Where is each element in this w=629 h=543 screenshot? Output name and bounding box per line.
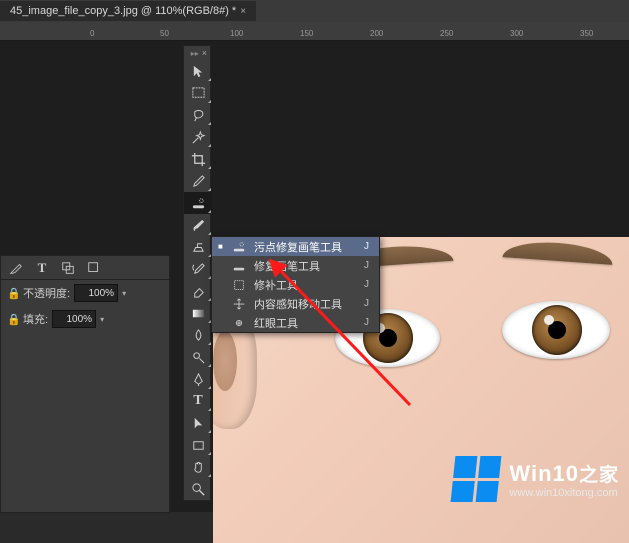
rectangle-tool[interactable] <box>184 434 212 456</box>
pen-tool[interactable] <box>184 368 212 390</box>
eyedropper-tool[interactable] <box>184 170 212 192</box>
face-eyebrow <box>503 239 614 265</box>
dodge-tool[interactable] <box>184 346 212 368</box>
flyout-shortcut: J <box>364 241 369 252</box>
dropdown-icon[interactable]: ▾ <box>122 289 126 298</box>
flyout-shortcut: J <box>364 298 369 309</box>
lasso-tool[interactable] <box>184 104 212 126</box>
document-title: 45_image_file_copy_3.jpg @ 110%(RGB/8#) … <box>10 5 236 17</box>
flyout-patch-tool[interactable]: 修补工具 J <box>212 275 379 294</box>
flyout-healing-brush[interactable]: 修复画笔工具 J <box>212 256 379 275</box>
ruler-mark: 150 <box>300 29 313 38</box>
type-icon[interactable]: T <box>35 261 49 275</box>
path-selection-tool[interactable] <box>184 412 212 434</box>
flyout-label: 修补工具 <box>254 277 342 293</box>
pen-icon[interactable] <box>9 261 23 275</box>
watermark-title: Win10之家 <box>509 460 619 487</box>
windows-logo-icon <box>451 456 502 502</box>
eraser-tool[interactable] <box>184 280 212 302</box>
spot-heal-icon <box>232 240 246 254</box>
flyout-spot-healing-brush[interactable]: ■ 污点修复画笔工具 J <box>212 237 379 256</box>
healing-tools-flyout: ■ 污点修复画笔工具 J 修复画笔工具 J 修补工具 J 内容感知移动工具 J … <box>211 236 380 333</box>
active-indicator-icon: ■ <box>218 242 224 251</box>
blur-tool[interactable] <box>184 324 212 346</box>
gradient-tool[interactable] <box>184 302 212 324</box>
opacity-row: 🔒 不透明度: 100% ▾ <box>1 280 169 306</box>
close-icon[interactable]: × <box>240 6 246 17</box>
flyout-content-aware-move[interactable]: 内容感知移动工具 J <box>212 294 379 313</box>
document-tab-bar: 45_image_file_copy_3.jpg @ 110%(RGB/8#) … <box>0 0 629 22</box>
ruler-mark: 200 <box>370 29 383 38</box>
path-icon[interactable] <box>61 261 75 275</box>
layer-properties-panel: T 🔒 不透明度: 100% ▾ 🔒 填充: 100% ▾ <box>0 255 170 513</box>
fill-row: 🔒 填充: 100% ▾ <box>1 306 169 332</box>
horizontal-ruler: 0 50 100 150 200 250 300 350 <box>0 22 629 41</box>
zoom-tool[interactable] <box>184 478 212 500</box>
collapse-icon[interactable]: ▸▸ <box>191 49 199 58</box>
toolbox-header: ▸▸ × <box>184 46 210 60</box>
opacity-label: 不透明度: <box>23 285 70 301</box>
flyout-label: 修复画笔工具 <box>254 258 342 274</box>
healing-brush-icon <box>232 259 246 273</box>
flyout-red-eye-tool[interactable]: 红眼工具 J <box>212 313 379 332</box>
lock-icon[interactable]: 🔒 <box>7 287 19 300</box>
ruler-mark: 350 <box>580 29 593 38</box>
red-eye-icon <box>232 316 246 330</box>
dropdown-icon[interactable]: ▾ <box>100 315 104 324</box>
ruler-mark: 250 <box>440 29 453 38</box>
flyout-label: 污点修复画笔工具 <box>254 239 342 255</box>
hand-tool[interactable] <box>184 456 212 478</box>
flyout-shortcut: J <box>364 260 369 271</box>
flyout-shortcut: J <box>364 279 369 290</box>
patch-icon <box>232 278 246 292</box>
type-tool[interactable]: T <box>184 390 212 412</box>
watermark-url: www.win10xitong.com <box>509 487 619 499</box>
face-eye <box>502 301 610 359</box>
fill-label: 填充: <box>23 311 48 327</box>
clone-stamp-tool[interactable] <box>184 236 212 258</box>
content-aware-move-icon <box>232 297 246 311</box>
ruler-mark: 100 <box>230 29 243 38</box>
panel-toolbar: T <box>1 256 169 280</box>
toolbox: ▸▸ × T <box>183 45 211 501</box>
flyout-label: 内容感知移动工具 <box>254 296 342 312</box>
magic-wand-tool[interactable] <box>184 126 212 148</box>
opacity-value[interactable]: 100% <box>74 284 118 302</box>
watermark: Win10之家 www.win10xitong.com <box>453 456 619 502</box>
flyout-shortcut: J <box>364 317 369 328</box>
document-tab[interactable]: 45_image_file_copy_3.jpg @ 110%(RGB/8#) … <box>0 1 256 21</box>
close-icon[interactable]: × <box>202 48 207 58</box>
shape-icon[interactable] <box>87 261 101 275</box>
crop-tool[interactable] <box>184 148 212 170</box>
ruler-mark: 300 <box>510 29 523 38</box>
spot-healing-brush-tool[interactable] <box>184 192 212 214</box>
rectangular-marquee-tool[interactable] <box>184 82 212 104</box>
move-tool[interactable] <box>184 60 212 82</box>
lock-icon[interactable]: 🔒 <box>7 313 19 326</box>
fill-value[interactable]: 100% <box>52 310 96 328</box>
history-brush-tool[interactable] <box>184 258 212 280</box>
flyout-label: 红眼工具 <box>254 315 342 331</box>
canvas-area: T 🔒 不透明度: 100% ▾ 🔒 填充: 100% ▾ ▸▸ × <box>0 41 629 512</box>
ruler-mark: 0 <box>90 29 94 38</box>
brush-tool[interactable] <box>184 214 212 236</box>
ruler-mark: 50 <box>160 29 169 38</box>
